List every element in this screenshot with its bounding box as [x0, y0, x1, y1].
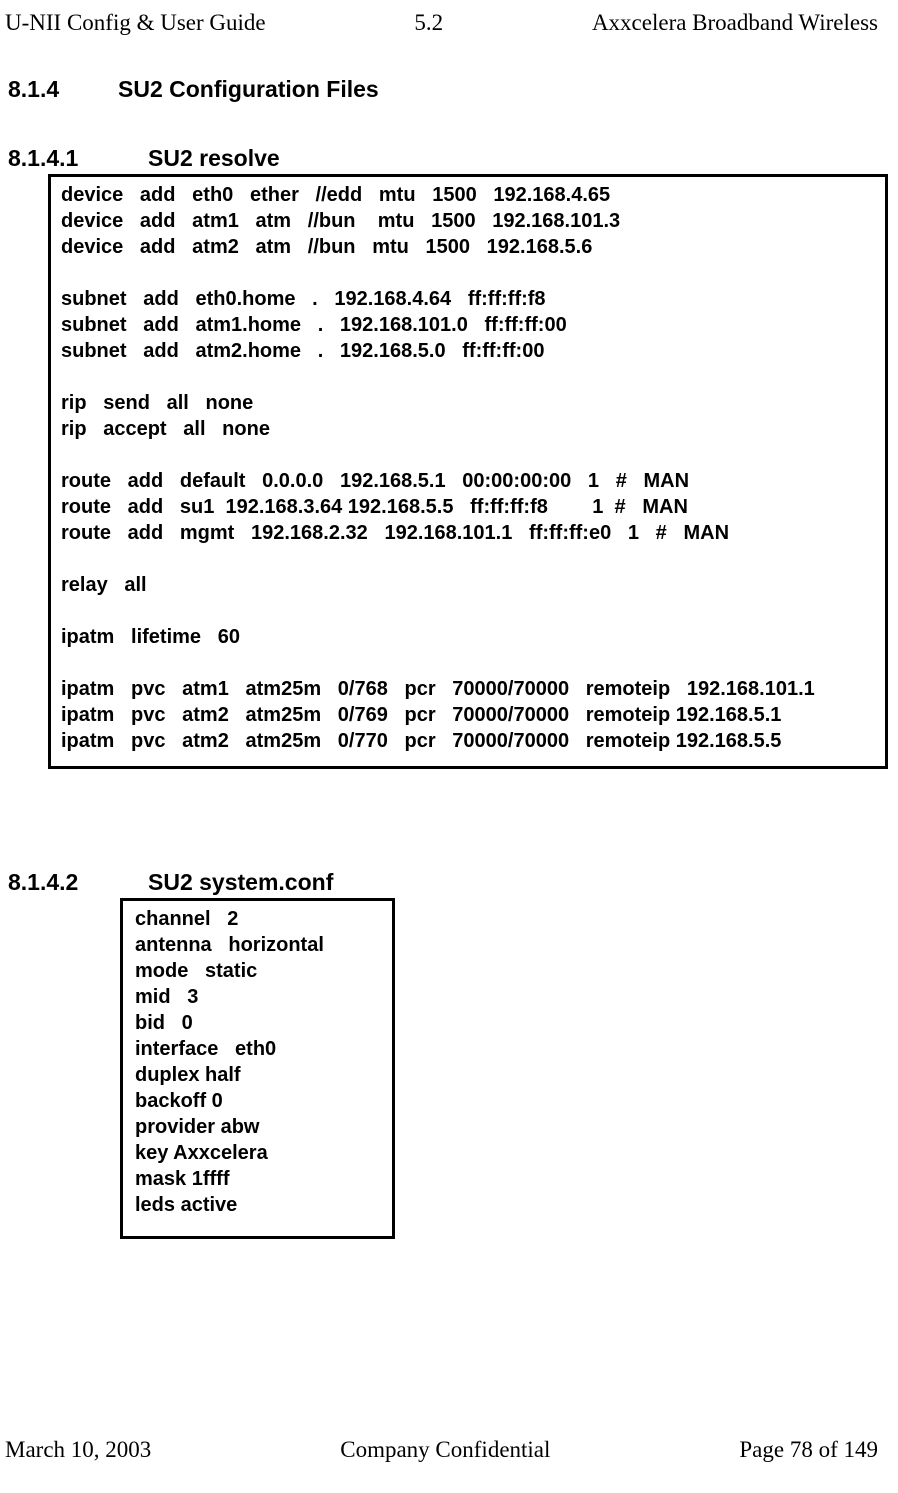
section-title: SU2 resolve — [148, 145, 280, 172]
footer-confidential: Company Confidential — [340, 1437, 550, 1463]
section-number: 8.1.4.2 — [8, 869, 148, 896]
section-heading-8141: 8.1.4.1 SU2 resolve — [0, 145, 898, 172]
footer-page: Page 78 of 149 — [739, 1437, 878, 1463]
su2-resolve-code: device add eth0 ether //edd mtu 1500 192… — [48, 174, 888, 769]
section-heading-814: 8.1.4 SU2 Configuration Files — [0, 76, 898, 103]
header-right: Axxcelera Broadband Wireless — [592, 10, 878, 36]
header-left: U-NII Config & User Guide — [5, 10, 266, 36]
header-center: 5.2 — [414, 10, 443, 36]
su2-systemconf-code: channel 2 antenna horizontal mode static… — [120, 898, 395, 1239]
page-footer: March 10, 2003 Company Confidential Page… — [0, 1437, 898, 1463]
section-number: 8.1.4.1 — [8, 145, 148, 172]
footer-date: March 10, 2003 — [5, 1437, 151, 1463]
page-header: U-NII Config & User Guide 5.2 Axxcelera … — [0, 0, 898, 36]
section-number: 8.1.4 — [8, 76, 118, 103]
section-title: SU2 system.conf — [148, 869, 333, 896]
section-title: SU2 Configuration Files — [118, 76, 379, 103]
section-heading-8142: 8.1.4.2 SU2 system.conf — [0, 869, 898, 896]
